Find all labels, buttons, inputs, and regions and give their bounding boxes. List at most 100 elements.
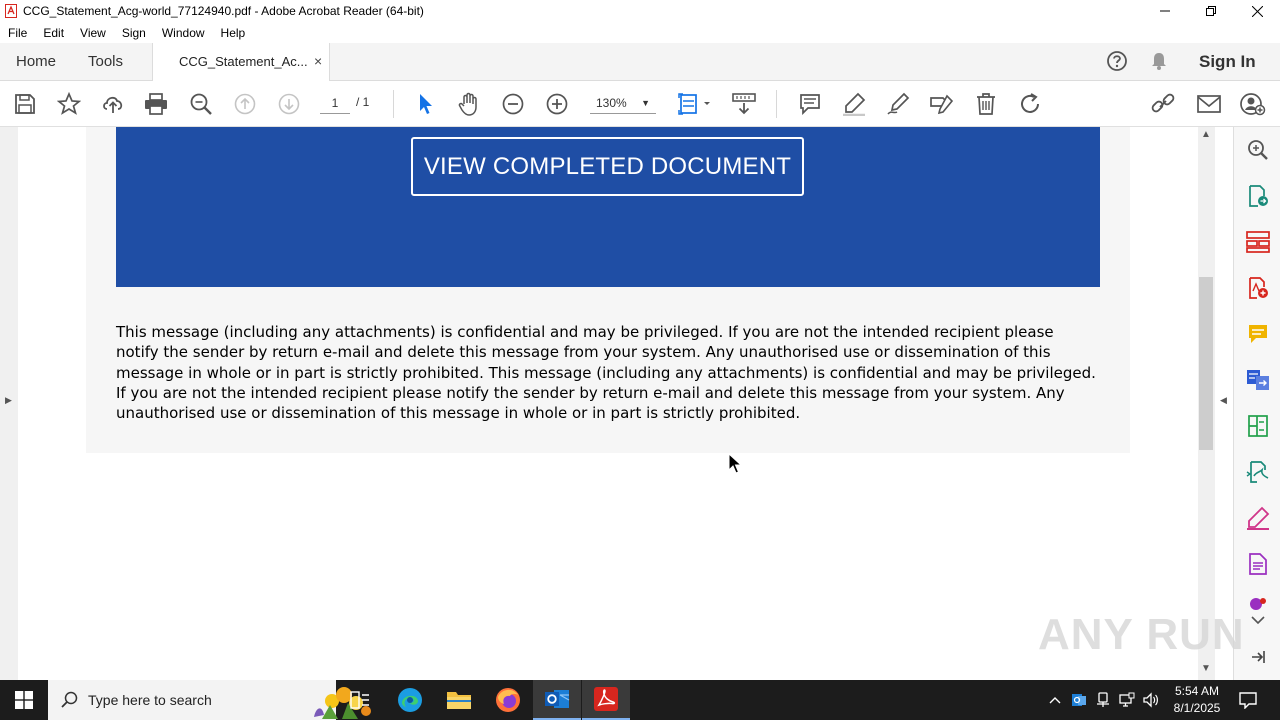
export-pdf-tool-button[interactable] [1245, 183, 1271, 209]
pointer-arrow-icon [420, 94, 432, 114]
save-button[interactable] [12, 91, 38, 117]
right-panel-toggle[interactable]: ◀ [1215, 127, 1233, 680]
organize-pages-icon [1246, 231, 1270, 253]
network-icon [1119, 692, 1135, 707]
email-button[interactable] [1196, 91, 1222, 117]
outlook-small-icon [1072, 694, 1086, 706]
print-button[interactable] [143, 91, 169, 117]
zoom-in-button[interactable] [544, 91, 570, 117]
organize-pages-tool-button[interactable] [1245, 229, 1271, 255]
expand-tools-button[interactable] [1245, 611, 1271, 629]
next-page-button[interactable] [276, 91, 302, 117]
device-tray-icon[interactable] [1092, 680, 1114, 720]
comment-tool-button[interactable] [1245, 321, 1271, 347]
help-icon[interactable] [1106, 50, 1128, 77]
rotate-button[interactable] [1017, 91, 1043, 117]
mouse-cursor-icon [728, 453, 742, 474]
combine-files-tool-button[interactable] [1245, 367, 1271, 393]
vertical-scrollbar[interactable]: ▲ ▼ [1198, 127, 1215, 680]
tab-document[interactable]: CCG_Statement_Ac... × [152, 43, 330, 82]
menu-help[interactable]: Help [213, 26, 254, 40]
collapse-right-panel-icon[interactable]: ◀ [1220, 395, 1227, 406]
upload-button[interactable] [100, 91, 126, 117]
close-window-button[interactable] [1234, 0, 1280, 22]
scan-ocr-tool-button[interactable] [1245, 459, 1271, 485]
acrobat-taskbar-button[interactable] [582, 680, 630, 720]
protect-tool-button[interactable] [1245, 551, 1271, 577]
select-tool-button[interactable] [412, 91, 438, 117]
menu-sign[interactable]: Sign [114, 26, 154, 40]
page-number-input[interactable]: 1 [320, 92, 350, 114]
taskbar-search-box[interactable]: Type here to search [48, 680, 371, 720]
delete-button[interactable] [973, 91, 999, 117]
share-link-button[interactable] [1151, 91, 1177, 117]
add-comment-button[interactable] [797, 91, 823, 117]
zoom-select[interactable]: 130% ▼ [590, 92, 656, 114]
menu-edit[interactable]: Edit [35, 26, 72, 40]
edit-pdf-tool-button[interactable] [1245, 413, 1271, 439]
collapse-panel-button[interactable] [1245, 644, 1271, 670]
view-completed-document-button[interactable]: VIEW COMPLETED DOCUMENT [411, 137, 804, 196]
volume-tray-icon[interactable] [1140, 680, 1162, 720]
scrollbar-thumb[interactable] [1199, 277, 1213, 450]
outlook-taskbar-button[interactable] [533, 680, 581, 720]
minimize-icon [1160, 10, 1170, 12]
notification-bell-icon[interactable] [1149, 51, 1169, 76]
edge-browser-icon [398, 688, 422, 712]
user-add-icon [1240, 93, 1266, 116]
system-clock[interactable]: 5:54 AM 8/1/2025 [1166, 683, 1228, 717]
page-fit-button[interactable] [676, 91, 714, 117]
page-total: / 1 [356, 95, 370, 109]
previous-page-button[interactable] [232, 91, 258, 117]
start-button[interactable] [0, 680, 48, 720]
edge-taskbar-button[interactable] [386, 680, 434, 720]
menu-view[interactable]: View [72, 26, 114, 40]
tab-tools[interactable]: Tools [88, 53, 123, 70]
scroll-down-icon[interactable]: ▼ [1201, 663, 1211, 674]
minimize-button[interactable] [1142, 0, 1188, 22]
tab-document-label: CCG_Statement_Ac... [179, 54, 308, 69]
firefox-taskbar-button[interactable] [484, 680, 532, 720]
expand-left-panel-icon[interactable]: ▶ [5, 395, 12, 406]
fill-sign-tool-button[interactable] [1245, 505, 1271, 531]
find-text-button[interactable] [188, 91, 214, 117]
scroll-mode-button[interactable] [731, 91, 757, 117]
bookmark-star-button[interactable] [56, 91, 82, 117]
tab-home[interactable]: Home [16, 53, 56, 70]
windows-taskbar: Type here to search 5:54 AM 8/1/2025 [0, 680, 1280, 720]
edit-text-button[interactable] [929, 91, 955, 117]
show-hidden-icons-button[interactable] [1044, 680, 1066, 720]
tab-close-button[interactable]: × [314, 53, 322, 69]
menu-file[interactable]: File [0, 26, 35, 40]
fill-sign-icon [1247, 506, 1270, 530]
menu-bar: File Edit View Sign Window Help [0, 22, 1280, 43]
printer-icon [145, 93, 167, 115]
share-user-button[interactable] [1240, 91, 1266, 117]
left-panel-collapsed[interactable]: ▶ [0, 127, 18, 680]
highlight-button[interactable] [841, 91, 867, 117]
network-tray-icon[interactable] [1116, 680, 1138, 720]
chevron-up-icon [1049, 697, 1061, 704]
restore-button[interactable] [1188, 0, 1234, 22]
speaker-icon [1143, 692, 1158, 708]
comment-bubble-icon [1249, 325, 1267, 343]
search-tool-button[interactable] [1245, 137, 1271, 163]
envelope-icon [1197, 95, 1221, 113]
more-tools-button[interactable] [1245, 597, 1271, 611]
outlook-tray-icon[interactable] [1068, 680, 1090, 720]
menu-window[interactable]: Window [154, 26, 213, 40]
scroll-up-icon[interactable]: ▲ [1201, 129, 1211, 140]
create-pdf-tool-button[interactable] [1245, 275, 1271, 301]
hand-icon [458, 92, 477, 116]
zoom-out-button[interactable] [500, 91, 526, 117]
action-center-button[interactable] [1232, 680, 1264, 720]
draw-button[interactable] [885, 91, 911, 117]
scroll-down-icon [732, 93, 756, 115]
file-explorer-taskbar-button[interactable] [435, 680, 483, 720]
right-tools-panel [1233, 127, 1280, 680]
hand-tool-button[interactable] [456, 91, 482, 117]
toolbar-separator [776, 90, 777, 118]
task-view-button[interactable] [336, 680, 384, 720]
sign-in-link[interactable]: Sign In [1199, 52, 1256, 72]
export-pdf-icon [1249, 185, 1268, 207]
